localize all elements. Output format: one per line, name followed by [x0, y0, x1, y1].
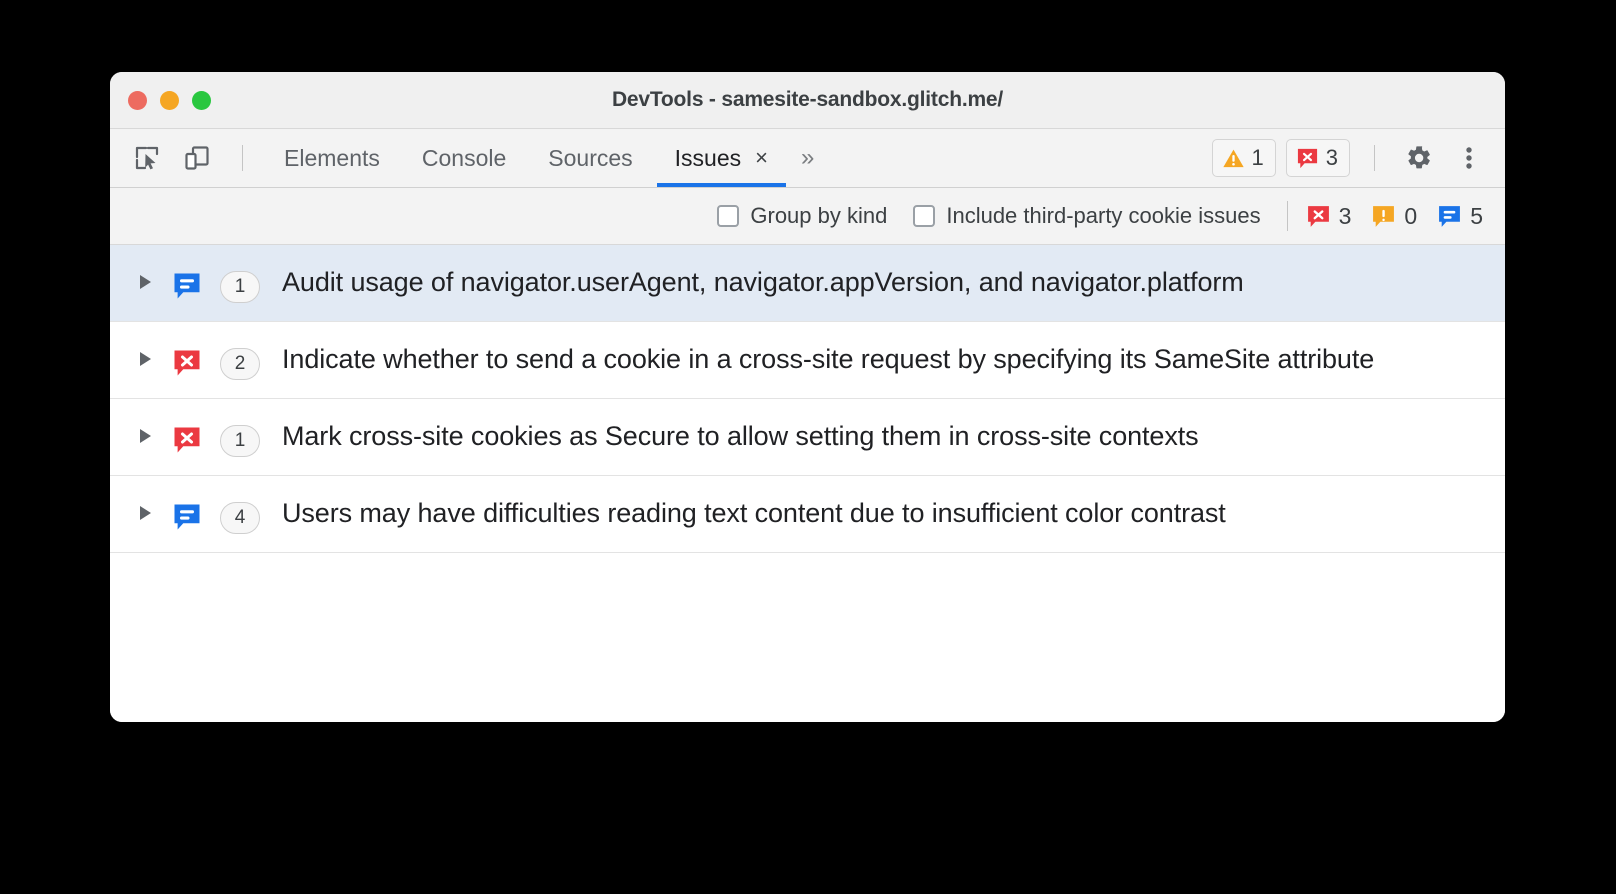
info-icon: [174, 504, 200, 530]
issue-kind-icon-wrap: [170, 417, 204, 455]
group-by-kind-label: Group by kind: [750, 203, 888, 228]
third-party-cookies-checkbox-item[interactable]: Include third-party cookie issues: [913, 203, 1261, 229]
minimize-window-button[interactable]: [160, 90, 179, 110]
group-by-kind-checkbox[interactable]: [717, 205, 740, 227]
inspect-element-icon: [135, 146, 159, 170]
issue-count-badge: 1: [220, 271, 260, 303]
issue-row[interactable]: 1 Audit usage of navigator.userAgent, na…: [110, 245, 1505, 322]
expand-issue-button[interactable]: [134, 494, 156, 520]
chevron-right-icon: [139, 429, 151, 443]
traffic-lights: [110, 90, 211, 110]
expand-issue-button[interactable]: [134, 340, 156, 366]
error-icon: [174, 427, 200, 453]
devtools-tabbar: Elements Console Sources Issues × » 1 3: [110, 129, 1505, 188]
error-icon: [174, 350, 200, 376]
tab-sources[interactable]: Sources: [527, 129, 653, 187]
filter-info-count-value: 5: [1470, 202, 1483, 229]
filter-warning-count-value: 0: [1404, 202, 1418, 229]
more-vertical-icon: [1466, 147, 1472, 169]
tab-issues[interactable]: Issues ×: [654, 129, 789, 187]
window-title: DevTools - samesite-sandbox.glitch.me/: [611, 88, 1004, 111]
expand-issue-button[interactable]: [134, 417, 156, 443]
tab-console[interactable]: Console: [401, 129, 527, 187]
issue-count-badge: 4: [220, 502, 260, 534]
gear-icon: [1408, 146, 1430, 169]
warning-icon: [1222, 149, 1244, 167]
third-party-cookies-checkbox[interactable]: [913, 205, 936, 227]
filter-error-count-value: 3: [1338, 202, 1352, 229]
error-count-value: 3: [1325, 145, 1338, 170]
issue-count-badge: 1: [220, 425, 260, 457]
chevron-right-icon: [139, 506, 151, 520]
error-count-pill[interactable]: 3: [1285, 139, 1350, 177]
issues-filter-toolbar: Group by kind Include third-party cookie…: [110, 188, 1505, 245]
close-window-button[interactable]: [128, 90, 147, 110]
inspect-element-button[interactable]: [128, 139, 166, 177]
issue-title: Mark cross-site cookies as Secure to all…: [282, 421, 1199, 451]
panel-tabs: Elements Console Sources Issues × »: [263, 129, 826, 187]
issue-title: Audit usage of navigator.userAgent, navi…: [282, 267, 1244, 297]
filter-error-count: 3: [1306, 202, 1352, 230]
devtools-window: DevTools - samesite-sandbox.glitch.me/ E…: [110, 72, 1505, 722]
filterbar-divider: [1286, 201, 1288, 231]
device-toolbar-icon: [185, 146, 209, 170]
chevron-right-icon: [139, 275, 151, 289]
third-party-cookies-label: Include third-party cookie issues: [946, 203, 1261, 228]
window-titlebar: DevTools - samesite-sandbox.glitch.me/: [110, 72, 1505, 129]
filter-info-count: 5: [1437, 203, 1483, 230]
issue-kind-icon-wrap: [170, 263, 204, 301]
issue-title: Indicate whether to send a cookie in a c…: [282, 344, 1375, 374]
issues-list: 1 Audit usage of navigator.userAgent, na…: [110, 245, 1505, 722]
issue-row[interactable]: 4 Users may have difficulties reading te…: [110, 476, 1505, 553]
tab-elements-label: Elements: [284, 144, 380, 171]
close-icon[interactable]: ×: [755, 147, 768, 169]
issue-title: Users may have difficulties reading text…: [282, 498, 1226, 528]
error-icon: [1307, 205, 1329, 227]
more-tabs-icon[interactable]: »: [789, 129, 826, 187]
settings-button[interactable]: [1399, 138, 1439, 178]
more-options-button[interactable]: [1449, 138, 1489, 178]
tabbar-right-controls: 1 3: [1211, 129, 1490, 187]
toolbar-divider: [242, 145, 243, 171]
device-toolbar-button[interactable]: [178, 139, 216, 177]
info-icon: [174, 273, 200, 299]
group-by-kind-checkbox-item[interactable]: Group by kind: [717, 203, 887, 229]
issue-count-badge: 2: [220, 348, 260, 380]
filter-warning-count: 0: [1371, 203, 1417, 230]
issue-row[interactable]: 2 Indicate whether to send a cookie in a…: [110, 322, 1505, 399]
warning-count-value: 1: [1251, 145, 1264, 170]
issue-row[interactable]: 1 Mark cross-site cookies as Secure to a…: [110, 399, 1505, 476]
warning-icon: [1373, 205, 1395, 227]
tab-elements[interactable]: Elements: [263, 129, 401, 187]
chevron-right-icon: [139, 352, 151, 366]
expand-issue-button[interactable]: [134, 263, 156, 289]
tab-issues-label: Issues: [674, 144, 742, 171]
maximize-window-button[interactable]: [192, 90, 211, 110]
tab-console-label: Console: [421, 144, 507, 171]
screenshot-root: DevTools - samesite-sandbox.glitch.me/ E…: [0, 0, 1616, 894]
tabbar-right-divider: [1374, 145, 1375, 171]
issue-kind-icon-wrap: [170, 340, 204, 378]
issue-kind-icon-wrap: [170, 494, 204, 532]
warning-count-pill[interactable]: 1: [1211, 139, 1276, 177]
info-icon: [1439, 205, 1461, 227]
tab-sources-label: Sources: [548, 144, 633, 171]
tabbar-tool-icons: [128, 129, 257, 187]
error-icon: [1297, 148, 1317, 168]
